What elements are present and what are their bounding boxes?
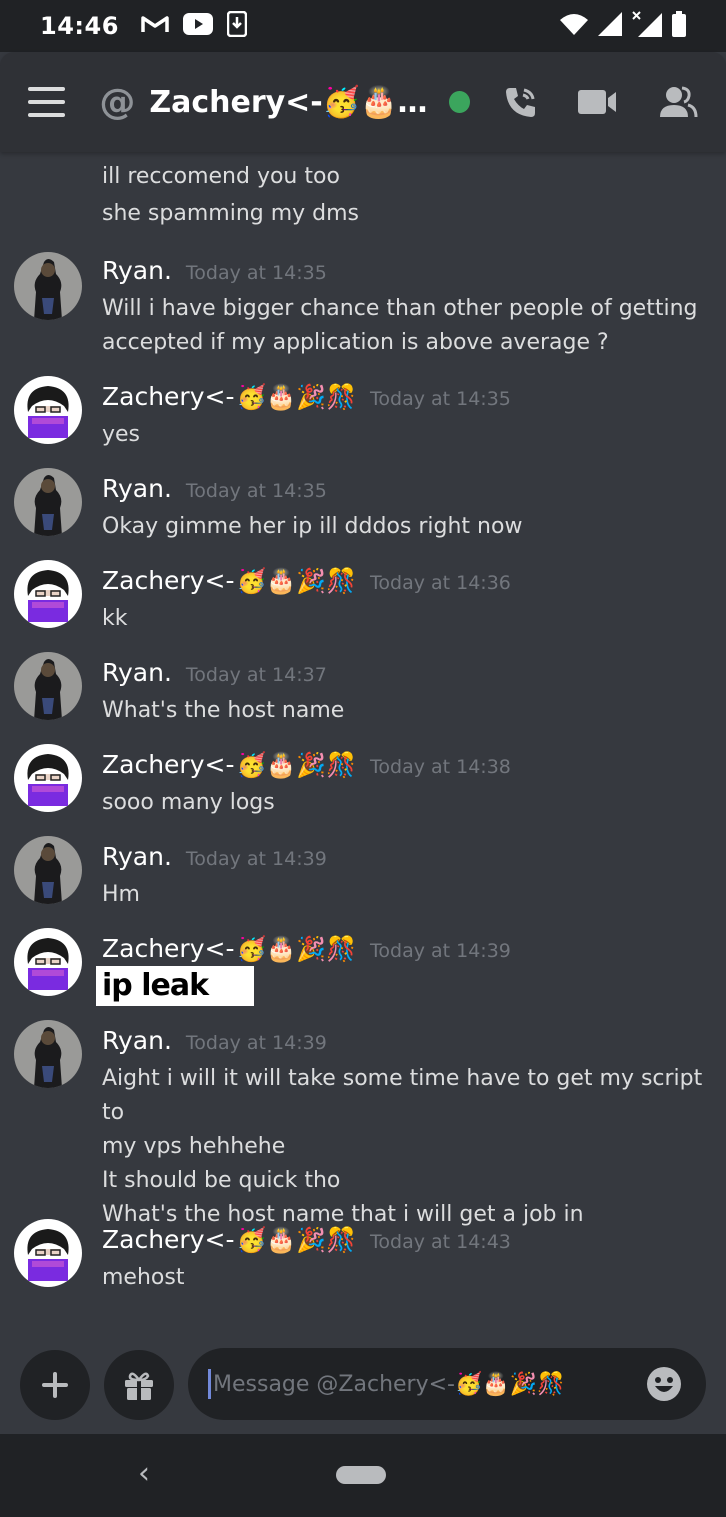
timestamp: Today at 14:35 xyxy=(185,262,327,284)
phone-icon xyxy=(506,88,535,117)
author-name[interactable]: Zachery<- xyxy=(102,382,234,411)
timestamp: Today at 14:36 xyxy=(370,572,511,594)
message-content: mehost xyxy=(102,1261,702,1295)
author-emojis: 🥳🎂🎉🎊 xyxy=(236,1226,356,1254)
text-caret xyxy=(208,1369,211,1399)
message-line: accepted if my application is above aver… xyxy=(102,330,609,355)
avatar[interactable] xyxy=(14,836,82,904)
system-nav-bar: ‹ xyxy=(0,1434,726,1517)
message-line: she spamming my dms xyxy=(102,201,360,226)
menu-icon[interactable] xyxy=(28,87,66,117)
avatar[interactable] xyxy=(14,744,82,812)
message-line: What's the host name xyxy=(102,698,345,723)
gmail-icon xyxy=(141,14,169,38)
smiley-icon xyxy=(647,1367,681,1401)
video-camera-icon xyxy=(578,90,616,114)
author-name[interactable]: Ryan. xyxy=(102,658,172,687)
message-line: sooo many logs xyxy=(102,790,275,815)
signal-x-icon xyxy=(632,11,662,41)
author-name[interactable]: Ryan. xyxy=(102,1026,172,1055)
timestamp: Today at 14:35 xyxy=(370,388,511,410)
message-content: kk xyxy=(102,602,702,636)
message-line: Will i have bigger chance than other peo… xyxy=(102,296,698,321)
message-line: yes xyxy=(102,422,141,447)
message-content: Aight i will it will take some time have… xyxy=(102,1062,712,1232)
wifi-icon xyxy=(560,13,588,39)
avatar[interactable] xyxy=(14,252,82,320)
add-attachment-button[interactable] xyxy=(20,1350,90,1420)
author-emojis: 🥳🎂🎉🎊 xyxy=(236,751,356,779)
author-name[interactable]: Zachery<- xyxy=(102,1225,234,1254)
status-bar: 14:46 xyxy=(0,0,726,52)
timestamp: Today at 14:38 xyxy=(370,756,511,778)
author-name[interactable]: Zachery<- xyxy=(102,566,234,595)
message-line: Okay gimme her ip ill dddos right now xyxy=(102,514,523,539)
message-line: ill reccomend you too xyxy=(102,164,340,189)
status-time: 14:46 xyxy=(40,12,119,40)
message-content: What's the host name xyxy=(102,694,702,728)
members-icon xyxy=(660,86,698,118)
at-icon: @ xyxy=(99,81,136,123)
avatar[interactable] xyxy=(14,376,82,444)
back-icon[interactable]: ‹ xyxy=(138,1456,150,1491)
avatar[interactable] xyxy=(14,1219,82,1287)
battery-icon xyxy=(672,11,686,41)
redaction-label: ip leak xyxy=(96,966,254,1006)
message-line: kk xyxy=(102,606,128,631)
avatar[interactable] xyxy=(14,1020,82,1088)
avatar[interactable] xyxy=(14,928,82,996)
author-name[interactable]: Ryan. xyxy=(102,842,172,871)
author-emojis: 🥳🎂🎉🎊 xyxy=(236,383,356,411)
message-line: mehost xyxy=(102,1265,185,1290)
chat-header: @ Zachery<-🥳🎂… xyxy=(0,52,726,152)
gift-icon xyxy=(125,1372,153,1400)
home-pill-icon[interactable] xyxy=(336,1466,386,1484)
avatar[interactable] xyxy=(14,468,82,536)
timestamp: Today at 14:35 xyxy=(185,480,327,502)
message-line: Hm xyxy=(102,882,140,907)
avatar[interactable] xyxy=(14,560,82,628)
message-content: yes xyxy=(102,418,702,452)
gift-button[interactable] xyxy=(104,1350,174,1420)
video-call-button[interactable] xyxy=(578,88,618,116)
message-line: It should be quick tho xyxy=(102,1168,341,1193)
timestamp: Today at 14:37 xyxy=(185,664,327,686)
download-icon xyxy=(226,10,248,41)
message-content: sooo many logs xyxy=(102,786,702,820)
message-line: Aight i will it will take some time have… xyxy=(102,1066,703,1125)
message-line: my vps hehhehe xyxy=(102,1134,286,1159)
composer: Message @Zachery<-🥳🎂🎉🎊 xyxy=(0,1342,726,1434)
timestamp: Today at 14:39 xyxy=(185,848,327,870)
emoji-picker-button[interactable] xyxy=(646,1366,682,1408)
message-content: Okay gimme her ip ill dddos right now xyxy=(102,510,702,544)
timestamp: Today at 14:43 xyxy=(370,1231,511,1253)
author-emojis: 🥳🎂🎉🎊 xyxy=(236,567,356,595)
online-status-dot xyxy=(449,91,470,113)
timestamp: Today at 14:39 xyxy=(370,940,511,962)
message-list[interactable]: ill reccomend you too she spamming my dm… xyxy=(0,152,726,1342)
signal-icon xyxy=(598,12,622,40)
author-name[interactable]: Zachery<- xyxy=(102,934,234,963)
message-input-placeholder: Message @Zachery<-🥳🎂🎉🎊 xyxy=(213,1371,565,1397)
members-button[interactable] xyxy=(658,85,698,119)
author-emojis: 🥳🎂🎉🎊 xyxy=(236,935,356,963)
message-content: Will i have bigger chance than other peo… xyxy=(102,292,702,360)
avatar[interactable] xyxy=(14,652,82,720)
dm-title[interactable]: Zachery<-🥳🎂… xyxy=(149,85,427,120)
timestamp: Today at 14:39 xyxy=(185,1032,327,1054)
author-name[interactable]: Ryan. xyxy=(102,474,172,503)
message-input[interactable]: Message @Zachery<-🥳🎂🎉🎊 xyxy=(188,1348,706,1420)
youtube-icon xyxy=(182,13,213,39)
plus-icon xyxy=(42,1372,68,1398)
voice-call-button[interactable] xyxy=(502,84,538,120)
message-content: Hm xyxy=(102,878,702,912)
author-name[interactable]: Ryan. xyxy=(102,256,172,285)
author-name[interactable]: Zachery<- xyxy=(102,750,234,779)
